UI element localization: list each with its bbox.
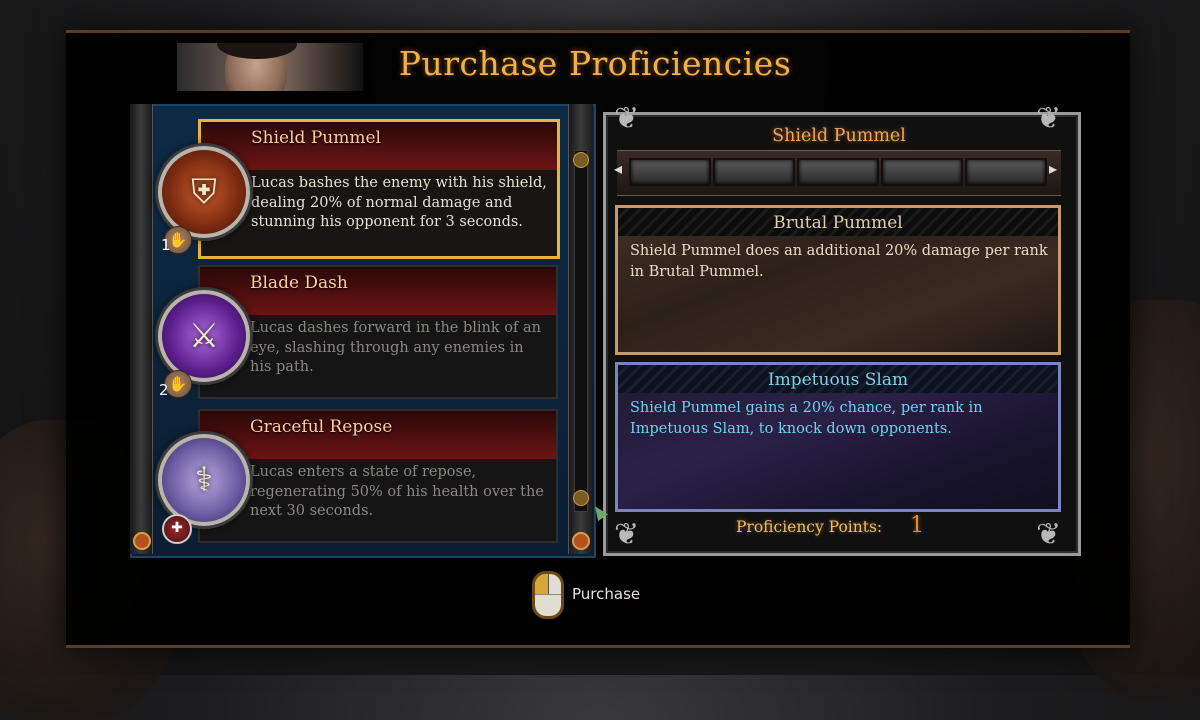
proficiency-points-value: 1 [910,513,924,538]
medal-glyph: ⚕ [194,460,214,500]
arrow-right-icon[interactable]: ▸ [1049,159,1057,178]
scroll-up-cap[interactable] [573,152,589,168]
proficiency-points-label: Proficiency Points: [736,518,883,536]
caduceus-shield-icon[interactable]: ⚕ [158,434,250,526]
rail-gem-icon [572,532,590,550]
medal-glyph: ⚔ [188,316,220,356]
page-title: Purchase Proficiencies [398,44,792,83]
list-left-rail [130,104,153,554]
upgrade-title: Impetuous Slam [618,365,1058,393]
item-description: Lucas dashes forward in the blink of an … [250,320,541,375]
rank-badge: 1 [161,236,171,254]
list-item-shield-pummel[interactable]: Shield Pummel Lucas bashes the enemy wit… [198,119,560,259]
list-item-blade-dash[interactable]: Blade Dash Lucas dashes forward in the b… [198,265,558,399]
upgrade-brutal-pummel[interactable]: Brutal Pummel Shield Pummel does an addi… [615,205,1061,355]
scrollbar-track[interactable] [574,150,588,512]
mouse-left-click-icon[interactable] [532,571,564,619]
rank-slot [713,158,795,186]
upgrade-title: Brutal Pummel [618,208,1058,236]
item-description: Lucas bashes the enemy with his shield, … [251,175,547,230]
mouse-divider [535,594,561,595]
item-title: Shield Pummel [201,122,557,170]
knight-class-icon: ✚ [162,514,192,544]
item-title: Graceful Repose [200,411,556,459]
rank-badge: 2 [159,381,169,399]
purchase-button[interactable]: Purchase [572,585,640,603]
detail-title: Shield Pummel [772,126,906,146]
ornament-icon: ❦ [1036,517,1062,552]
rank-slot [629,158,711,186]
rank-slot [881,158,963,186]
shield-emblem-icon[interactable]: ⛨ [158,146,250,238]
mouse-left-button [535,574,549,594]
scroll-down-cap[interactable] [573,490,589,506]
list-item-graceful-repose[interactable]: Graceful Repose Lucas enters a state of … [198,409,558,543]
hero-portrait [177,43,363,91]
rail-gem-icon [133,532,151,550]
arrow-left-icon[interactable]: ◂ [614,159,622,178]
item-description: Lucas enters a state of repose, regenera… [250,464,544,519]
upgrade-description: Shield Pummel gains a 20% chance, per ra… [630,400,983,437]
upgrade-impetuous-slam[interactable]: Impetuous Slam Shield Pummel gains a 20%… [615,362,1061,512]
ornament-icon: ❦ [614,517,640,552]
rank-slot [965,158,1047,186]
upgrade-description: Shield Pummel does an additional 20% dam… [630,243,1048,280]
item-title: Blade Dash [200,267,556,315]
rank-slot [797,158,879,186]
sword-slash-icon[interactable]: ⚔ [158,290,250,382]
medal-glyph: ⛨ [191,172,217,212]
